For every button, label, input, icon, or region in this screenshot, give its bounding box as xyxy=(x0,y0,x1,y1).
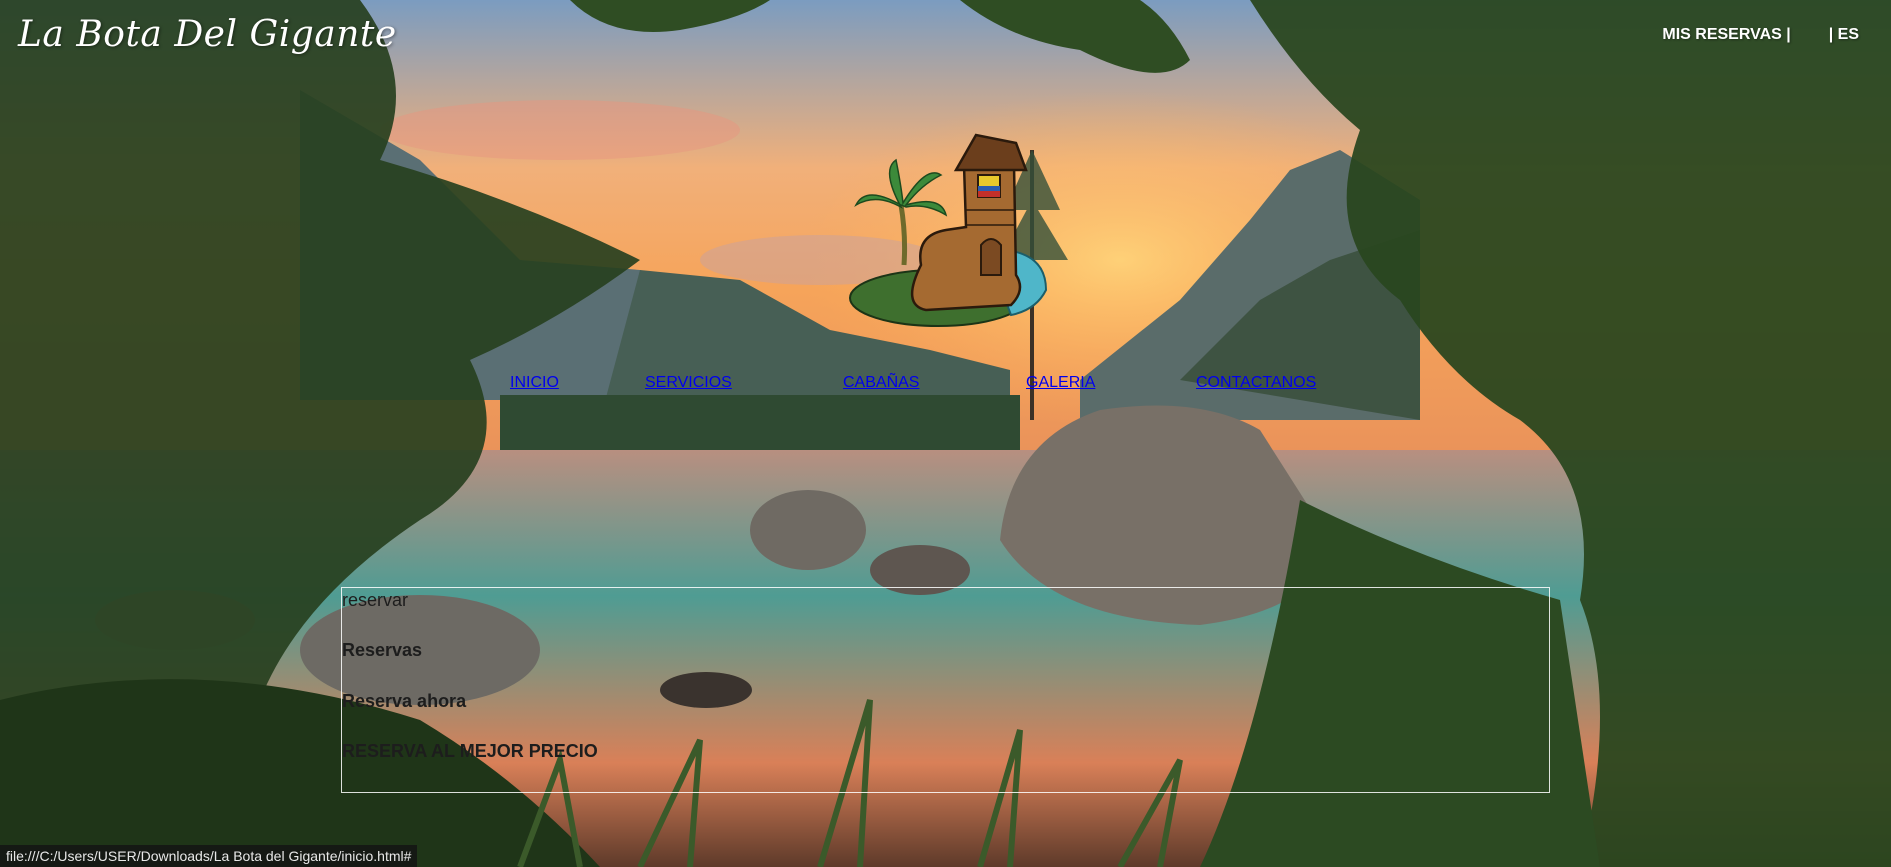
my-reservations-link[interactable]: MIS RESERVAS | xyxy=(1662,26,1790,44)
booking-panel: reservar Reservas Reserva ahora RESERVA … xyxy=(341,587,1550,793)
nav-galeria[interactable]: GALERIA xyxy=(1026,374,1095,392)
language-selector[interactable]: | ES xyxy=(1829,26,1859,44)
nav-servicios[interactable]: SERVICIOS xyxy=(645,374,732,392)
boot-house-logo xyxy=(849,133,1048,327)
book-now-button[interactable]: Reserva ahora xyxy=(342,691,466,712)
nav-inicio[interactable]: INICIO xyxy=(510,374,559,392)
booking-title: Reservas xyxy=(342,640,423,660)
booking-placeholder[interactable]: reservar xyxy=(342,590,408,611)
top-links: MIS RESERVAS | | ES xyxy=(1662,26,1859,44)
nav-contactanos[interactable]: CONTACTANOS xyxy=(1196,374,1316,392)
best-price-promo[interactable]: RESERVA AL MEJOR PRECIO xyxy=(342,741,598,762)
browser-status-url: file:///C:/Users/USER/Downloads/La Bota … xyxy=(0,845,418,867)
nav-cabanas[interactable]: CABAÑAS xyxy=(843,374,919,392)
site-brand-logo-text[interactable]: La Bota Del Gigante xyxy=(18,14,397,55)
